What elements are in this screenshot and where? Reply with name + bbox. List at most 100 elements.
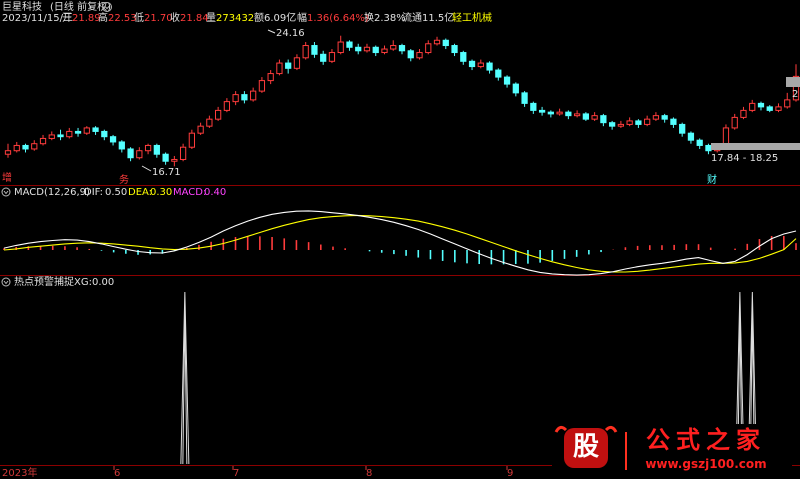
- candle[interactable]: [617, 123, 625, 127]
- candle[interactable]: [582, 113, 589, 120]
- candle[interactable]: [433, 39, 441, 45]
- candle[interactable]: [74, 130, 82, 134]
- badge-cai[interactable]: 财: [707, 173, 717, 186]
- candle[interactable]: [626, 120, 633, 125]
- candle[interactable]: [241, 94, 248, 101]
- candle[interactable]: [285, 62, 292, 69]
- candle[interactable]: [250, 90, 257, 101]
- badge-zeng[interactable]: 增: [2, 171, 12, 184]
- candle[interactable]: [784, 99, 791, 108]
- candle[interactable]: [31, 143, 38, 150]
- price-panel[interactable]: [4, 29, 800, 172]
- macd-collapse-icon[interactable]: [1, 187, 11, 197]
- candle[interactable]: [565, 111, 572, 117]
- candle[interactable]: [346, 41, 353, 48]
- candle[interactable]: [109, 136, 117, 143]
- macd-panel[interactable]: [3, 210, 797, 276]
- signal-collapse-icon[interactable]: [1, 277, 11, 287]
- candle[interactable]: [83, 127, 90, 134]
- candle[interactable]: [171, 158, 178, 162]
- candle[interactable]: [144, 144, 152, 152]
- candle[interactable]: [740, 109, 747, 118]
- candle[interactable]: [328, 52, 336, 62]
- candle[interactable]: [276, 62, 283, 75]
- candle[interactable]: [92, 127, 99, 132]
- amount-label: 额: [254, 11, 264, 24]
- candle[interactable]: [390, 45, 397, 50]
- candle[interactable]: [337, 41, 344, 54]
- candle[interactable]: [153, 144, 160, 155]
- candle[interactable]: [179, 146, 187, 160]
- candle[interactable]: [188, 132, 195, 148]
- candle[interactable]: [670, 118, 677, 125]
- candle[interactable]: [468, 60, 476, 68]
- candle[interactable]: [451, 45, 458, 54]
- candle[interactable]: [442, 39, 449, 47]
- candle[interactable]: [127, 148, 134, 159]
- candle[interactable]: [731, 116, 738, 129]
- candle[interactable]: [302, 45, 309, 59]
- candle[interactable]: [398, 45, 406, 52]
- candle[interactable]: [223, 101, 231, 111]
- candle[interactable]: [355, 46, 362, 52]
- candle[interactable]: [591, 115, 598, 120]
- candle[interactable]: [363, 46, 371, 52]
- candle[interactable]: [512, 83, 519, 94]
- candle[interactable]: [136, 150, 143, 159]
- candle[interactable]: [22, 144, 29, 150]
- candle[interactable]: [635, 120, 642, 125]
- xg-value: 0.00: [92, 277, 114, 288]
- high-label: 高: [98, 11, 108, 24]
- candle[interactable]: [705, 144, 712, 152]
- candle[interactable]: [530, 102, 537, 111]
- candle[interactable]: [503, 76, 511, 85]
- candle[interactable]: [39, 137, 47, 145]
- candle[interactable]: [477, 62, 484, 68]
- candle[interactable]: [775, 106, 782, 111]
- candle[interactable]: [381, 48, 388, 54]
- candle[interactable]: [679, 123, 686, 134]
- candle[interactable]: [311, 45, 318, 55]
- candle[interactable]: [644, 118, 651, 125]
- candle[interactable]: [460, 52, 467, 62]
- candle[interactable]: [556, 111, 563, 115]
- candle[interactable]: [118, 141, 125, 150]
- candle[interactable]: [600, 115, 607, 124]
- candle[interactable]: [101, 130, 108, 138]
- candle[interactable]: [495, 69, 502, 78]
- candle[interactable]: [486, 62, 493, 71]
- candle[interactable]: [4, 150, 12, 155]
- candle[interactable]: [162, 153, 169, 162]
- brand-url[interactable]: www.gszj100.com: [645, 457, 766, 471]
- candle[interactable]: [757, 102, 765, 108]
- candle[interactable]: [48, 134, 55, 139]
- candle[interactable]: [57, 134, 64, 138]
- candle[interactable]: [66, 130, 73, 138]
- candle[interactable]: [13, 144, 20, 152]
- candle[interactable]: [696, 139, 703, 146]
- candle[interactable]: [538, 109, 546, 113]
- candle[interactable]: [267, 73, 274, 82]
- candle[interactable]: [661, 115, 668, 120]
- candle[interactable]: [232, 94, 239, 103]
- candle[interactable]: [293, 57, 301, 69]
- candle[interactable]: [521, 92, 528, 104]
- candle[interactable]: [215, 109, 222, 120]
- candle[interactable]: [407, 50, 414, 59]
- candle[interactable]: [547, 111, 554, 115]
- candle[interactable]: [372, 46, 379, 54]
- candle[interactable]: [573, 113, 581, 117]
- candle[interactable]: [609, 122, 616, 127]
- candle[interactable]: [766, 106, 773, 111]
- candle[interactable]: [197, 125, 204, 134]
- high-value: 22.53: [108, 13, 137, 24]
- candle[interactable]: [687, 132, 695, 141]
- candle[interactable]: [206, 118, 213, 127]
- candle[interactable]: [320, 53, 327, 62]
- candle[interactable]: [652, 115, 660, 120]
- candle[interactable]: [749, 102, 756, 111]
- candle[interactable]: [425, 43, 432, 54]
- candle[interactable]: [416, 52, 423, 59]
- badge-wu[interactable]: 务: [119, 173, 129, 186]
- candle[interactable]: [258, 80, 266, 92]
